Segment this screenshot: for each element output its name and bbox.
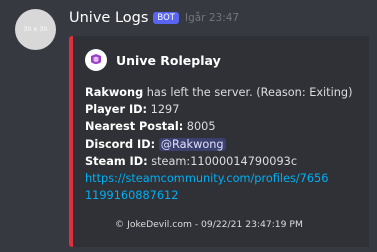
message-header: Unive Logs BOT Igår 23:47 <box>69 9 239 27</box>
chat-message: 30 x 30 Unive Logs BOT Igår 23:47 Unive … <box>0 0 377 252</box>
avatar[interactable]: 30 x 30 <box>15 9 56 50</box>
steam-id-label: Steam ID: <box>85 154 148 168</box>
bot-badge: BOT <box>153 12 179 24</box>
player-id-value: 1297 <box>147 103 180 117</box>
embed-description: Rakwong has left the server. (Reason: Ex… <box>85 84 365 204</box>
discord-mention[interactable]: @Rakwong <box>158 137 226 151</box>
player-id-line: Player ID: 1297 <box>85 101 365 118</box>
profile-link-line-1: https://steamcommunity.com/profiles/7656 <box>85 170 365 187</box>
embed-footer: © JokeDevil.com - 09/22/21 23:47:19 PM <box>115 219 303 230</box>
avatar-placeholder-text: 30 x 30 <box>23 26 48 33</box>
nearest-postal-line: Nearest Postal: 8005 <box>85 118 365 135</box>
nearest-postal-label: Nearest Postal: <box>85 120 184 134</box>
discord-id-label: Discord ID: <box>85 137 156 151</box>
steam-id-line: Steam ID: steam:11000014790093c <box>85 153 365 170</box>
steam-profile-link-continued[interactable]: 1199160887612 <box>85 189 178 202</box>
profile-link-line-2: 1199160887612 <box>85 187 365 204</box>
roleplay-logo-icon <box>85 49 107 71</box>
embed-author: Unive Roleplay <box>85 49 221 71</box>
steam-id-value: steam:11000014790093c <box>147 154 298 168</box>
discord-id-line: Discord ID: @Rakwong <box>85 136 365 153</box>
message-timestamp: Igår 23:47 <box>184 12 240 24</box>
embed-color-bar <box>69 36 73 247</box>
player-id-label: Player ID: <box>85 103 148 117</box>
embed-author-name: Unive Roleplay <box>116 52 221 68</box>
steam-profile-link[interactable]: https://steamcommunity.com/profiles/7656 <box>85 172 328 185</box>
leave-text: has left the server. (Reason: Exiting) <box>143 86 353 99</box>
nearest-postal-value: 8005 <box>183 120 216 134</box>
embed-card: Unive Roleplay Rakwong has left the serv… <box>69 36 369 247</box>
leave-line: Rakwong has left the server. (Reason: Ex… <box>85 84 365 101</box>
username[interactable]: Unive Logs <box>69 10 148 26</box>
player-name: Rakwong <box>85 86 144 99</box>
